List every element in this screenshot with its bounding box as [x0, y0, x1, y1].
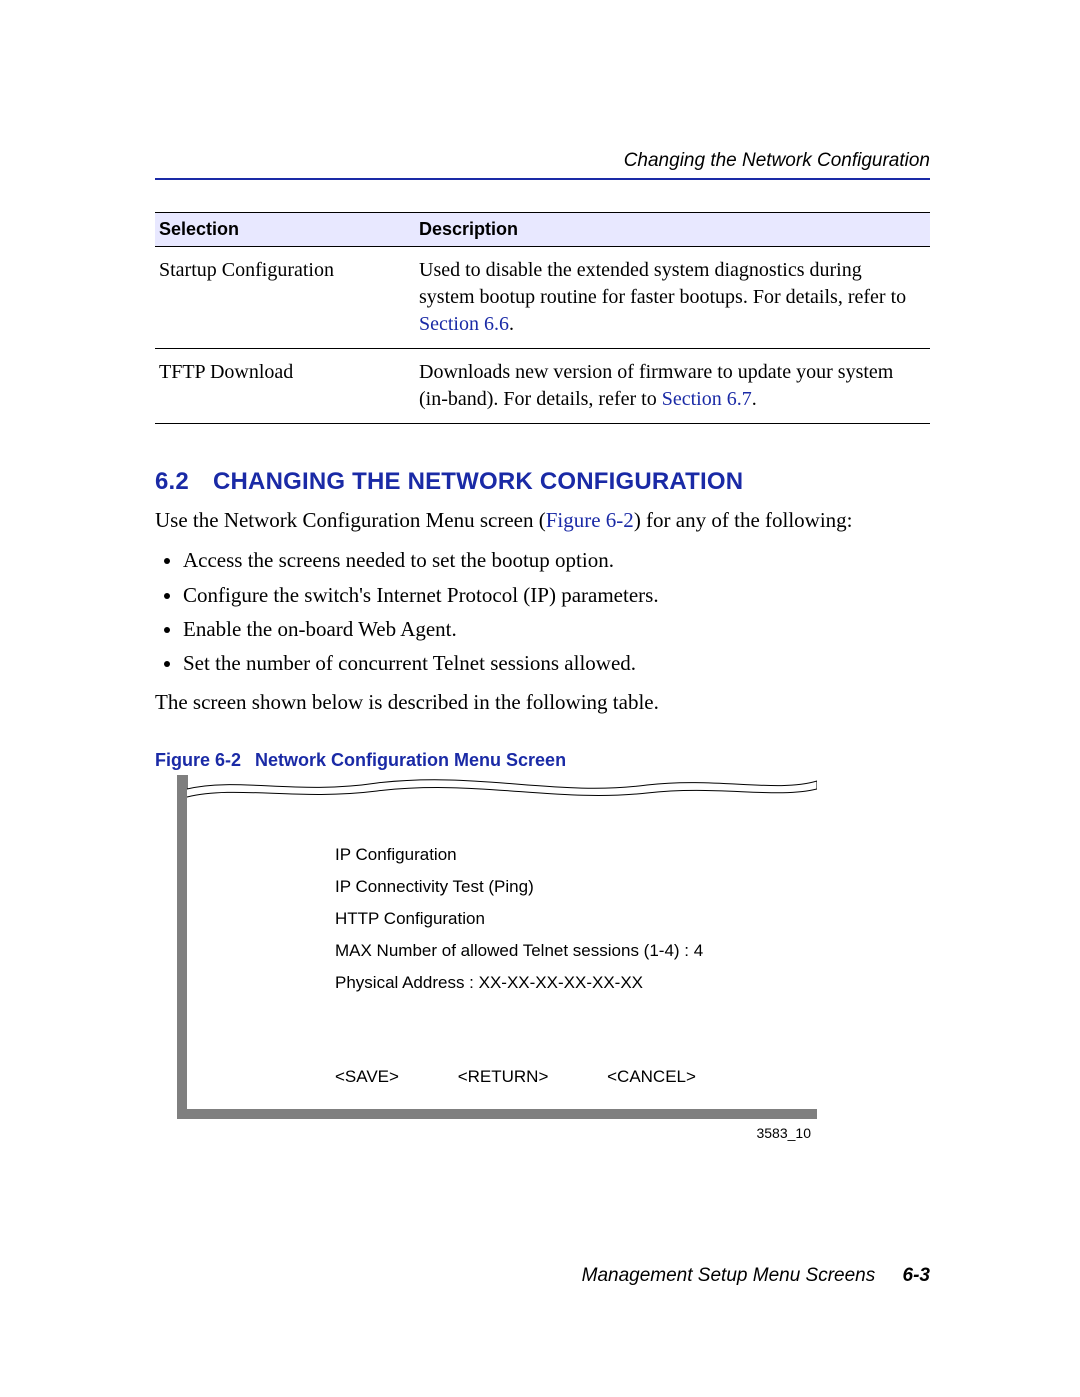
document-page: Changing the Network Configuration Selec…: [0, 0, 1080, 1397]
section-link[interactable]: Section 6.7: [662, 388, 752, 410]
terminal-button-row: <SAVE> <RETURN> <CANCEL>: [335, 1067, 787, 1087]
section-title: CHANGING THE NETWORK CONFIGURATION: [213, 468, 743, 495]
menu-item: IP Connectivity Test (Ping): [335, 877, 787, 897]
figure-title: Network Configuration Menu Screen: [255, 750, 566, 770]
col-header-selection: Selection: [155, 213, 419, 247]
cancel-button: <CANCEL>: [607, 1067, 696, 1087]
list-item: Set the number of concurrent Telnet sess…: [183, 649, 930, 677]
page-number: 6-3: [903, 1265, 930, 1286]
cell-description: Used to disable the extended system diag…: [419, 247, 930, 349]
torn-edge-icon: [177, 775, 817, 801]
list-item: Enable the on-board Web Agent.: [183, 615, 930, 643]
section-heading: 6.2 CHANGING THE NETWORK CONFIGURATION: [155, 468, 930, 496]
cell-selection: TFTP Download: [155, 349, 419, 424]
list-item: Configure the switch's Internet Protocol…: [183, 581, 930, 609]
figure-id: 3583_10: [177, 1125, 811, 1141]
header-rule: [155, 178, 930, 180]
figure-caption: Figure 6-2 Network Configuration Menu Scr…: [155, 750, 930, 771]
menu-item: Physical Address : XX-XX-XX-XX-XX-XX: [335, 973, 787, 993]
section-number: 6.2: [155, 468, 189, 495]
menu-item: MAX Number of allowed Telnet sessions (1…: [335, 941, 787, 961]
col-header-description: Description: [419, 213, 930, 247]
cell-description: Downloads new version of firmware to upd…: [419, 349, 930, 424]
page-footer: Management Setup Menu Screens 6-3: [155, 1265, 930, 1287]
table-row: TFTP Download Downloads new version of f…: [155, 349, 930, 424]
intro-paragraph: Use the Network Configuration Menu scree…: [155, 506, 930, 534]
closing-paragraph: The screen shown below is described in t…: [155, 688, 930, 716]
menu-item: IP Configuration: [335, 845, 787, 865]
bullet-list: Access the screens needed to set the boo…: [155, 546, 930, 677]
terminal-screen: IP Configuration IP Connectivity Test (P…: [177, 789, 817, 1119]
running-header: Changing the Network Configuration: [155, 150, 930, 172]
menu-item: HTTP Configuration: [335, 909, 787, 929]
table-row: Startup Configuration Used to disable th…: [155, 247, 930, 349]
return-button: <RETURN>: [458, 1067, 549, 1087]
figure-screenshot: IP Configuration IP Connectivity Test (P…: [177, 789, 817, 1141]
list-item: Access the screens needed to set the boo…: [183, 546, 930, 574]
save-button: <SAVE>: [335, 1067, 399, 1087]
section-link[interactable]: Section 6.6: [419, 313, 509, 335]
footer-text: Management Setup Menu Screens: [582, 1265, 876, 1286]
figure-link[interactable]: Figure 6-2: [546, 508, 634, 532]
selection-table: Selection Description Startup Configurat…: [155, 212, 930, 424]
figure-label: Figure 6-2: [155, 750, 241, 770]
cell-selection: Startup Configuration: [155, 247, 419, 349]
